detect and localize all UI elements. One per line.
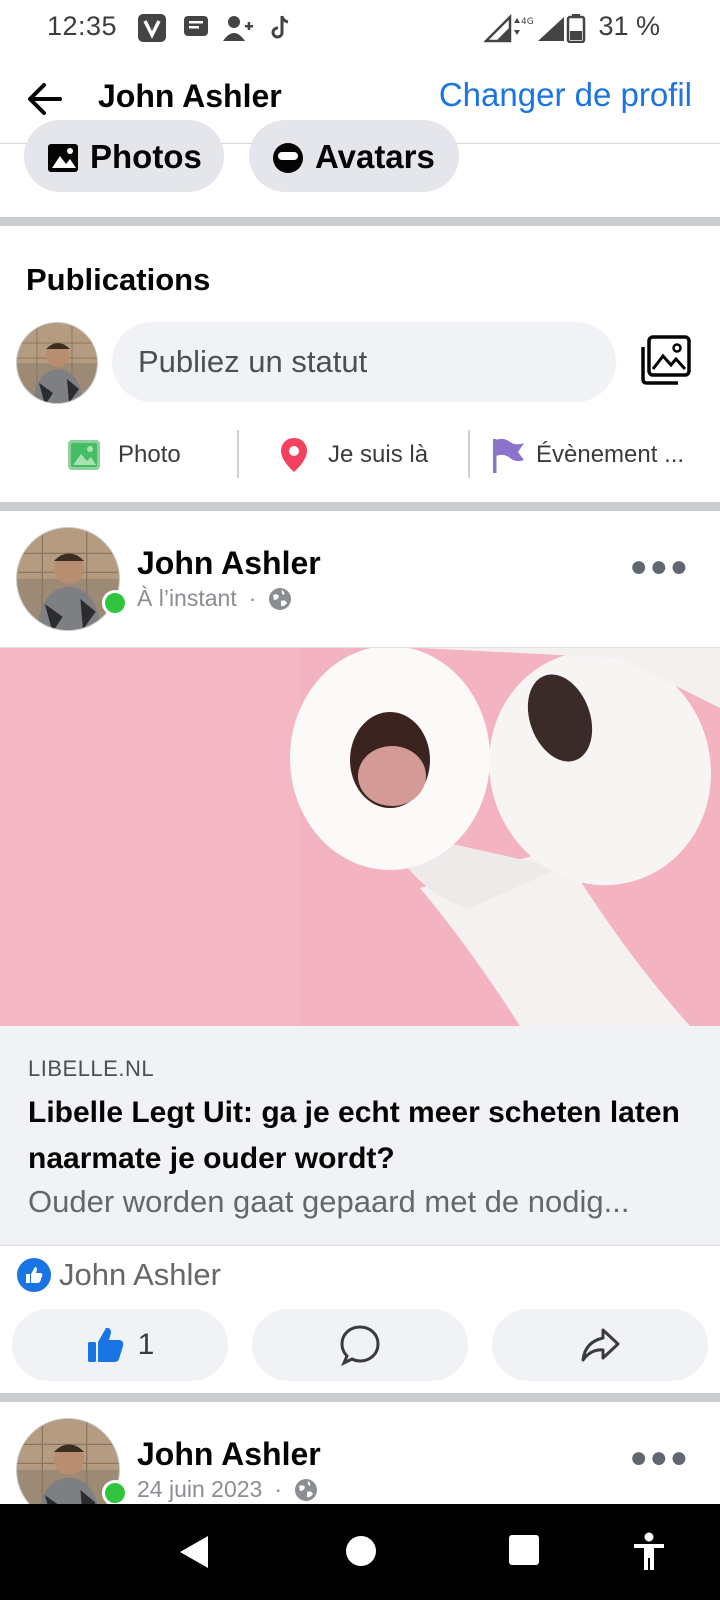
photos-button[interactable]: Photos — [24, 120, 224, 192]
accessibility-icon[interactable] — [632, 1532, 666, 1572]
toilet-paper-image — [0, 648, 720, 1026]
avatars-button[interactable]: Avatars — [249, 120, 459, 192]
post-time: À l’instant — [137, 585, 237, 611]
system-navigation-bar — [0, 1504, 720, 1600]
event-action[interactable]: Évènement ... — [490, 430, 684, 480]
avatar[interactable] — [16, 322, 98, 404]
status-bar: 12:35 4G 31 % — [0, 0, 720, 56]
globe-icon — [269, 587, 292, 610]
photo-action[interactable]: Photo — [66, 430, 181, 480]
nav-recents-icon[interactable] — [508, 1534, 540, 1566]
publications-title: Publications — [26, 262, 211, 297]
link-title: Libelle Legt Uit: ga je echt meer schete… — [28, 1096, 680, 1175]
arrow-left-icon[interactable] — [22, 74, 72, 124]
section-divider — [0, 217, 720, 226]
message-notification-icon — [184, 16, 208, 36]
section-divider — [0, 1393, 720, 1402]
location-pin-icon — [281, 438, 307, 472]
like-reaction-icon — [17, 1258, 51, 1292]
online-indicator — [102, 590, 128, 616]
link-domain: LIBELLE.NL — [28, 1056, 155, 1081]
nav-back-icon[interactable] — [178, 1534, 210, 1570]
action-separator — [237, 430, 239, 478]
thumbs-up-icon — [87, 1327, 123, 1362]
status-input[interactable]: Publiez un statut — [112, 322, 616, 402]
post-author-name[interactable]: John Ashler — [137, 1436, 321, 1473]
online-indicator — [102, 1480, 128, 1506]
section-divider — [0, 502, 720, 511]
add-friend-notification-icon — [223, 16, 253, 41]
comment-icon — [340, 1325, 380, 1366]
avatar-icon — [273, 143, 303, 173]
post-author-name[interactable]: John Ashler — [137, 545, 321, 582]
link-description: Ouder worden gaat gepaard met de nodig..… — [28, 1184, 630, 1219]
signal-strength-icon: 4G — [484, 13, 564, 43]
post-time: 24 juin 2023 — [137, 1476, 263, 1502]
svg-text:4G: 4G — [521, 17, 534, 27]
nav-home-icon[interactable] — [344, 1534, 378, 1568]
globe-icon — [295, 1478, 318, 1501]
link-preview-box[interactable]: LIBELLE.NL Libelle Legt Uit: ga je echt … — [0, 1026, 720, 1246]
like-count: 1 — [137, 1328, 155, 1361]
reaction-names: John Ashler — [59, 1257, 221, 1292]
photo-icon — [68, 440, 100, 470]
post-meta: À l’instant · — [137, 585, 292, 612]
more-options-icon[interactable]: ●●● — [630, 1441, 690, 1475]
status-time: 12:35 — [47, 11, 118, 41]
tiktok-notification-icon — [271, 15, 289, 39]
vpn-app-icon — [138, 14, 166, 42]
photo-action-label: Photo — [118, 441, 181, 468]
battery-icon — [566, 14, 586, 43]
check-in-label: Je suis là — [328, 441, 429, 468]
avatars-label: Avatars — [315, 138, 435, 175]
like-button[interactable]: 1 — [12, 1309, 228, 1381]
link-preview-image[interactable] — [0, 648, 720, 1026]
action-separator — [468, 430, 470, 478]
comment-button[interactable] — [252, 1309, 468, 1381]
more-options-icon[interactable]: ●●● — [630, 550, 690, 584]
reaction-summary[interactable]: John Ashler — [17, 1257, 221, 1293]
photos-label: Photos — [90, 138, 202, 175]
photos-icon — [48, 144, 78, 172]
check-in-action[interactable]: Je suis là — [280, 430, 428, 480]
gallery-icon[interactable] — [640, 335, 692, 385]
post-author-avatar[interactable] — [16, 527, 120, 631]
post-meta: 24 juin 2023 · — [137, 1476, 318, 1503]
share-icon — [581, 1328, 620, 1362]
switch-profile-link[interactable]: Changer de profil — [439, 76, 692, 114]
battery-percent: 31 % — [598, 11, 660, 41]
page-title: John Ashler — [98, 78, 282, 114]
share-button[interactable] — [492, 1309, 708, 1381]
flag-icon — [493, 438, 524, 473]
event-label: Évènement ... — [536, 441, 685, 468]
